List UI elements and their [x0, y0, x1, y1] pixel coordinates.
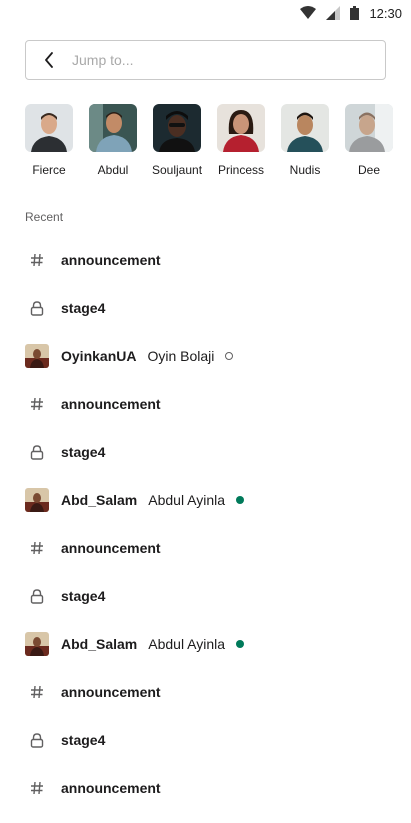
person-name: Abdul [97, 163, 129, 177]
hash-icon [25, 680, 49, 704]
hash-icon [25, 536, 49, 560]
lock-icon [25, 296, 49, 320]
full-name: Abdul Ayinla [148, 636, 226, 652]
username: OyinkanUA [61, 348, 137, 364]
channel-name: announcement [61, 540, 161, 556]
battery-icon [350, 6, 360, 20]
channel-name: stage4 [61, 588, 106, 604]
wifi-icon [300, 6, 317, 19]
avatar [217, 104, 265, 152]
search-input[interactable] [72, 52, 352, 68]
list-item[interactable]: announcement [0, 236, 411, 284]
person-fierce[interactable]: Fierce [25, 104, 73, 179]
channel-name: stage4 [61, 732, 106, 748]
lock-icon [25, 584, 49, 608]
hash-icon [25, 248, 49, 272]
list-item[interactable]: stage4 [0, 284, 411, 332]
back-button[interactable] [26, 41, 72, 79]
cellular-signal-icon [326, 6, 341, 20]
channel-name: announcement [61, 684, 161, 700]
person-name: Princess [217, 163, 264, 177]
list-item[interactable]: Abd_Salam Abdul Ayinla [0, 620, 411, 668]
avatar-image [25, 632, 49, 656]
avatar [345, 104, 393, 152]
jump-to-screen: 12:30 Fierce [0, 0, 411, 823]
person-princess[interactable]: Princess [217, 104, 265, 179]
active-presence-icon [236, 640, 245, 648]
channel-name: stage4 [61, 300, 106, 316]
full-name: Abdul Ayinla [148, 492, 226, 508]
lock-icon [25, 440, 49, 464]
channel-name: announcement [61, 252, 161, 268]
full-name: Oyin Bolaji [147, 348, 215, 364]
person-name: Dee [357, 163, 380, 177]
list-item[interactable]: announcement [0, 668, 411, 716]
list-item[interactable]: announcement [0, 524, 411, 572]
username: Abd_Salam [61, 492, 138, 508]
person-souljaunt[interactable]: Souljaunt [151, 104, 203, 179]
hash-icon [25, 776, 49, 800]
person-nudis[interactable]: Nudis [281, 104, 329, 179]
list-item[interactable]: stage4 [0, 572, 411, 620]
status-bar: 12:30 [0, 0, 411, 26]
recent-list: announcement stage4 OyinkanUA Oyin Bolaj… [0, 236, 411, 812]
person-abdul[interactable]: Abdul [89, 104, 137, 179]
hash-icon [25, 392, 49, 416]
list-item[interactable]: announcement [0, 380, 411, 428]
username: Abd_Salam [61, 636, 138, 652]
avatar-image [25, 344, 49, 368]
person-dee[interactable]: Dee [345, 104, 393, 179]
clock: 12:30 [369, 5, 402, 21]
avatar [25, 632, 49, 656]
chevron-left-icon [45, 52, 53, 68]
avatar [25, 104, 73, 152]
active-presence-icon [236, 496, 245, 504]
person-name: Fierce [32, 163, 66, 177]
channel-name: stage4 [61, 444, 106, 460]
away-presence-icon [225, 352, 234, 360]
avatar [25, 344, 49, 368]
list-item[interactable]: announcement [0, 764, 411, 812]
person-name: Nudis [289, 163, 321, 177]
avatar-image [25, 488, 49, 512]
person-name: Souljaunt [151, 163, 203, 177]
avatar [281, 104, 329, 152]
jump-to-search[interactable] [25, 40, 386, 80]
list-item[interactable]: stage4 [0, 716, 411, 764]
avatar [89, 104, 137, 152]
recent-people: Fierce Abdul Souljaunt Princess Nudis De… [25, 104, 411, 179]
channel-name: announcement [61, 396, 161, 412]
list-item[interactable]: stage4 [0, 428, 411, 476]
list-item[interactable]: OyinkanUA Oyin Bolaji [0, 332, 411, 380]
channel-name: announcement [61, 780, 161, 796]
lock-icon [25, 728, 49, 752]
avatar [25, 488, 49, 512]
recent-heading: Recent [25, 210, 64, 224]
avatar [153, 104, 201, 152]
list-item[interactable]: Abd_Salam Abdul Ayinla [0, 476, 411, 524]
